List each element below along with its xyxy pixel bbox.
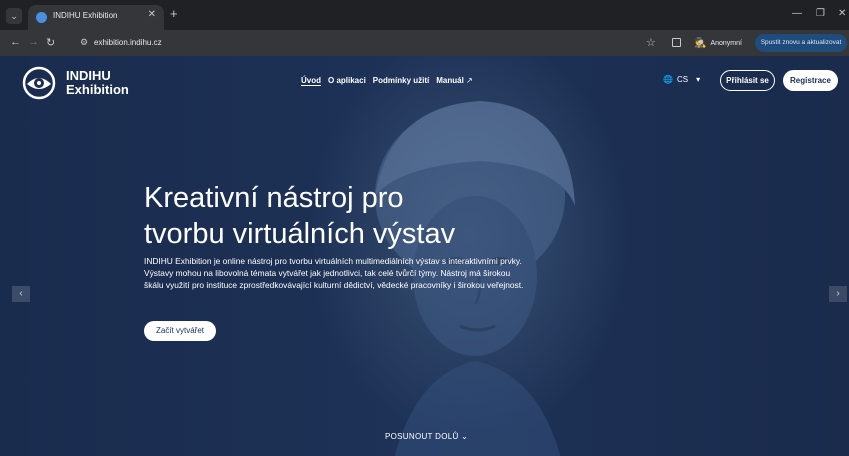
nav-manual[interactable]: Manuál ↗ (436, 76, 473, 85)
forward-icon[interactable]: → (28, 36, 39, 48)
site-settings-icon[interactable]: ⚙ (80, 37, 88, 48)
eye-logo-icon (22, 66, 56, 100)
nav-uvod[interactable]: Úvod (301, 76, 321, 85)
chevron-double-down-icon: ⌄ (461, 432, 469, 441)
tab-search-icon[interactable]: ⌄ (6, 8, 22, 24)
scroll-down-label: POSUNOUT DOLŮ (385, 432, 459, 441)
restore-icon[interactable]: ❐ (816, 8, 825, 19)
logo[interactable]: INDIHU Exhibition (22, 66, 129, 100)
carousel-next-icon[interactable]: › (829, 286, 847, 302)
side-panel-icon[interactable] (672, 38, 681, 47)
favicon-icon (36, 12, 47, 23)
profile-button[interactable]: 🕵 Anonymní (694, 34, 742, 52)
close-window-icon[interactable]: ✕ (838, 8, 846, 19)
login-button[interactable]: Přihlásit se (720, 70, 775, 91)
tab-title: INDIHU Exhibition (53, 11, 118, 20)
scroll-down-link[interactable]: POSUNOUT DOLŮ ⌄ (385, 432, 468, 441)
globe-icon: 🌐 (663, 75, 673, 84)
start-creating-button[interactable]: Začít vytvářet (144, 321, 216, 341)
hero-title-line1: Kreativní nástroj pro (144, 182, 404, 214)
url-text: exhibition.indihu.cz (94, 38, 162, 47)
carousel-prev-icon[interactable]: ‹ (12, 286, 30, 302)
new-tab-icon[interactable]: + (170, 7, 178, 21)
chevron-down-icon: ▾ (696, 75, 701, 84)
bookmark-star-icon[interactable]: ☆ (646, 36, 656, 49)
toolbar: ← → ↻ ⚙ exhibition.indihu.cz ☆ 🕵 Anonymn… (0, 30, 849, 56)
language-code: CS (676, 75, 689, 84)
address-bar[interactable]: ⚙ exhibition.indihu.cz (66, 34, 626, 52)
nav-o-aplikaci[interactable]: O aplikaci (328, 76, 366, 85)
register-button[interactable]: Registrace (783, 70, 838, 91)
tab-strip: ⌄ INDIHU Exhibition ✕ + — ❐ ✕ (0, 0, 849, 30)
logo-line2: Exhibition (66, 82, 129, 97)
language-selector[interactable]: 🌐 CS ▾ (663, 75, 700, 84)
logo-line1: INDIHU (66, 68, 111, 83)
tab-close-icon[interactable]: ✕ (148, 9, 156, 20)
profile-label: Anonymní (710, 39, 742, 47)
update-button[interactable]: Spustit znovu a aktualizovat (755, 34, 847, 52)
hero-title-line2: tvorbu virtuálních výstav (144, 218, 456, 250)
hero-title: Kreativní nástroj pro tvorbu virtuálních… (144, 180, 564, 252)
back-icon[interactable]: ← (10, 36, 21, 48)
reload-icon[interactable]: ↻ (46, 36, 55, 49)
browser-window: ⌄ INDIHU Exhibition ✕ + — ❐ ✕ ← → ↻ ⚙ ex… (0, 0, 849, 456)
nav-podminky-uziti[interactable]: Podmínky užití (373, 76, 429, 85)
hero-section: INDIHU Exhibition Úvod O aplikaci Podmín… (0, 56, 849, 456)
external-link-icon: ↗ (466, 76, 473, 85)
minimize-icon[interactable]: — (792, 8, 802, 19)
tab-active[interactable]: INDIHU Exhibition ✕ (28, 5, 164, 30)
nav-manual-label: Manuál (436, 76, 464, 85)
main-nav: Úvod O aplikaci Podmínky užití Manuál ↗ (301, 76, 473, 85)
incognito-icon: 🕵 (694, 37, 707, 49)
hero-description: INDIHU Exhibition je online nástroj pro … (144, 256, 524, 290)
